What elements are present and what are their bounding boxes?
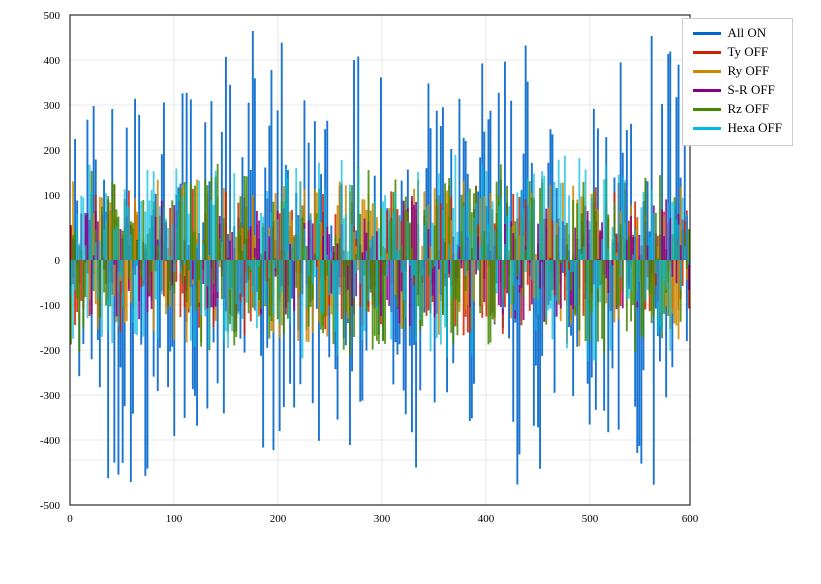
svg-text:-100: -100 (40, 300, 61, 312)
legend-label-ty-off: Ty OFF (727, 44, 768, 60)
svg-text:200: 200 (270, 513, 287, 525)
legend-label-all-on: All ON (727, 25, 766, 41)
svg-text:600: 600 (682, 513, 699, 525)
legend-label-rz-off: Rz OFF (727, 101, 769, 117)
svg-text:-500: -500 (40, 500, 61, 512)
svg-text:-300: -300 (40, 390, 61, 402)
legend-item-sr-off: S-R OFF (693, 82, 782, 98)
legend-item-hexa-off: Hexa OFF (693, 120, 782, 136)
legend-item-rz-off: Rz OFF (693, 101, 782, 117)
legend-color-hexa-off (693, 127, 721, 130)
svg-text:100: 100 (44, 190, 61, 202)
legend-label-hexa-off: Hexa OFF (727, 120, 782, 136)
svg-text:-400: -400 (40, 435, 61, 447)
legend-color-sr-off (693, 89, 721, 92)
svg-text:300: 300 (44, 100, 61, 112)
svg-text:0: 0 (67, 513, 73, 525)
legend-item-all-on: All ON (693, 25, 782, 41)
legend-item-ty-off: Ty OFF (693, 44, 782, 60)
chart-container: 500 400 300 200 100 0 -100 -200 -300 -40… (0, 0, 821, 584)
svg-text:500: 500 (44, 10, 61, 22)
legend-color-rz-off (693, 108, 721, 111)
legend-label-sr-off: S-R OFF (727, 82, 774, 98)
chart-legend: All ON Ty OFF Ry OFF S-R OFF Rz OFF Hexa… (682, 18, 793, 146)
svg-text:300: 300 (374, 513, 391, 525)
svg-text:500: 500 (582, 513, 599, 525)
svg-text:-200: -200 (40, 345, 61, 357)
legend-color-ry-off (693, 70, 721, 73)
svg-text:200: 200 (44, 145, 61, 157)
svg-text:100: 100 (166, 513, 183, 525)
legend-color-all-on (693, 32, 721, 35)
svg-text:400: 400 (44, 55, 61, 67)
legend-item-ry-off: Ry OFF (693, 63, 782, 79)
svg-text:400: 400 (478, 513, 495, 525)
svg-text:0: 0 (55, 255, 61, 267)
legend-color-ty-off (693, 51, 721, 54)
legend-label-ry-off: Ry OFF (727, 63, 769, 79)
